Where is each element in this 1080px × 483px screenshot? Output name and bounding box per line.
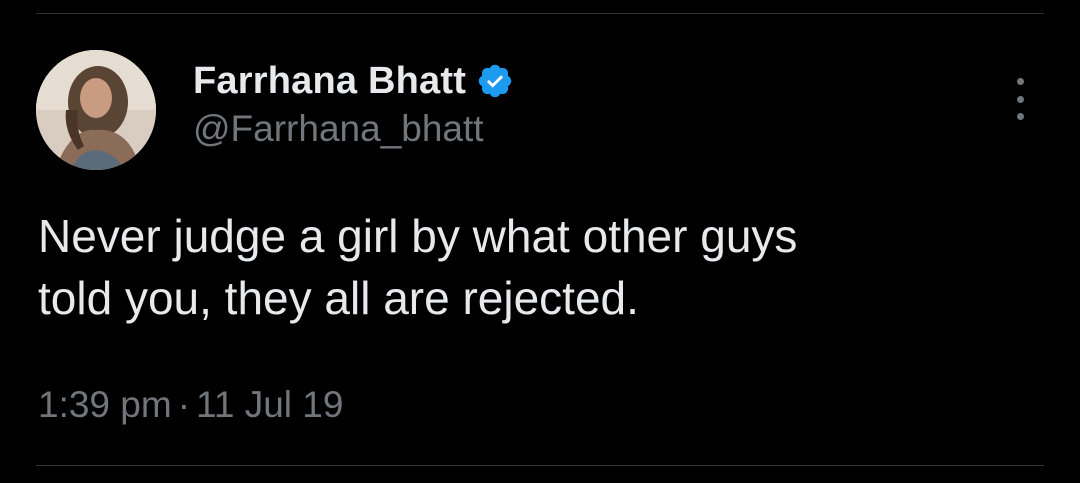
bottom-divider [36, 465, 1044, 466]
more-dot [1016, 95, 1024, 103]
more-dot [1016, 78, 1024, 85]
avatar-image [36, 50, 156, 170]
verified-badge-icon[interactable] [476, 62, 514, 100]
more-options-icon[interactable] [1004, 78, 1036, 120]
top-divider [36, 13, 1044, 14]
author-block: Farrhana Bhatt @Farrhana_bhatt [193, 58, 514, 150]
tweet-text-line: told you, they all are rejected. [38, 272, 639, 324]
handle[interactable]: @Farrhana_bhatt [193, 108, 514, 150]
meta-separator: · [177, 384, 191, 425]
name-row: Farrhana Bhatt [193, 58, 514, 104]
display-name[interactable]: Farrhana Bhatt [193, 60, 466, 103]
tweet-time: 1:39 pm [38, 384, 172, 425]
more-dot [1016, 113, 1024, 120]
tweet-text-line: Never judge a girl by what other guys [38, 210, 798, 262]
tweet-text: Never judge a girl by what other guys to… [38, 205, 1038, 329]
tweet-date: 11 Jul 19 [196, 384, 344, 425]
avatar[interactable] [36, 50, 156, 170]
tweet-timestamp[interactable]: 1:39 pm · 11 Jul 19 [38, 384, 343, 426]
